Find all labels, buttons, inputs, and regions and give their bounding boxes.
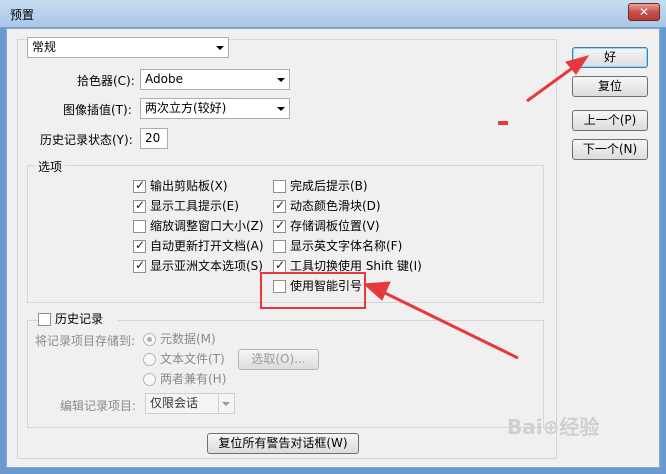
arrow-to-smart-quotes-line	[384, 291, 519, 360]
annotation-arrows	[362, 55, 590, 360]
arrow-to-ok-line	[526, 62, 579, 103]
arrow-to-smart-quotes-head	[362, 281, 391, 301]
